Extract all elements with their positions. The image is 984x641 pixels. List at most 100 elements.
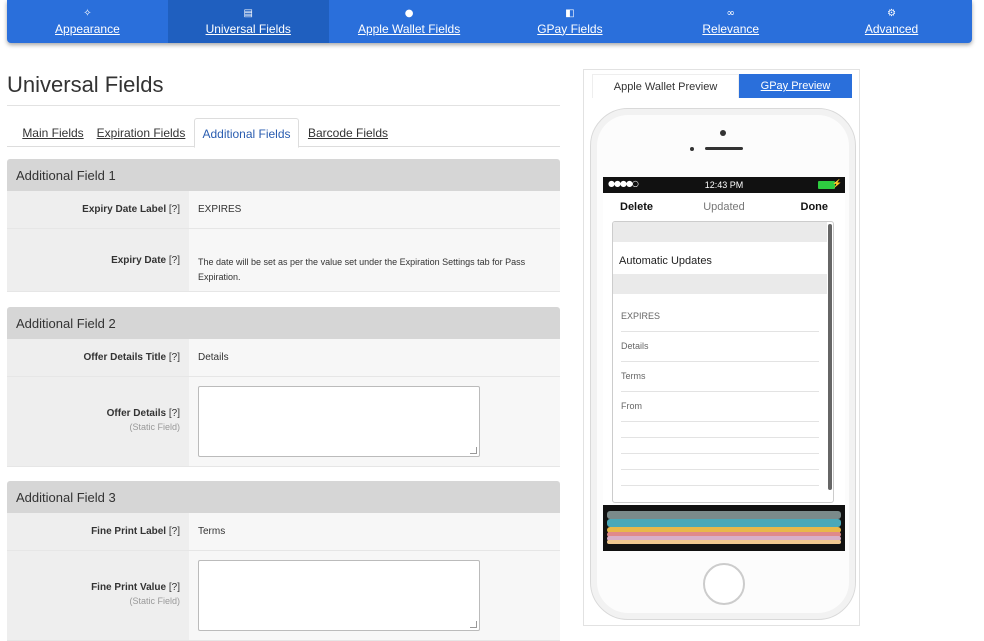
section-header: Additional Field 1	[7, 159, 560, 191]
automatic-updates-label: Automatic Updates	[619, 255, 712, 267]
field-label: Fine Print Label [?]	[7, 513, 189, 550]
divider	[621, 391, 819, 392]
tab-expiration-fields[interactable]: Expiration Fields	[95, 118, 187, 147]
field-label-text: Offer Details Title	[83, 352, 167, 363]
help-link[interactable]: [?]	[169, 408, 180, 419]
field-value: The date will be set as per the value se…	[198, 255, 553, 285]
form-row: Expiry Date [?] The date will be set as …	[7, 229, 560, 292]
nav-item-universal-fields[interactable]: ▤ Universal Fields	[167, 0, 329, 43]
stacked-pass	[607, 540, 841, 544]
camera-icon	[720, 130, 726, 136]
field-label: Expiry Date [?]	[7, 229, 189, 291]
divider	[621, 453, 819, 454]
nav-label: GPay Fields	[537, 21, 603, 36]
nav-label: Advanced	[864, 21, 919, 36]
section-header: Additional Field 2	[7, 307, 560, 339]
nav-item-gpay-fields[interactable]: ◧ GPay Fields	[489, 0, 650, 43]
field-label-text: Offer Details	[106, 408, 167, 419]
divider	[621, 421, 819, 422]
field-label: Fine Print Value [?] (Static Field)	[7, 551, 189, 640]
tab-main-fields[interactable]: Main Fields	[13, 118, 93, 147]
status-time: 12:43 PM	[704, 180, 744, 190]
delete-button[interactable]: Delete	[620, 201, 653, 213]
tab-additional-fields[interactable]: Additional Fields	[194, 118, 299, 148]
page-title: Universal Fields	[7, 72, 164, 97]
field-label: Expiry Date Label [?]	[7, 191, 189, 228]
stacked-pass	[607, 519, 841, 527]
top-nav: ✧ Appearance ▤ Universal Fields ● Apple …	[7, 0, 972, 43]
nav-item-apple-wallet-fields[interactable]: ● Apple Wallet Fields	[329, 0, 490, 43]
phone-screen: ●●●●○ 12:43 PM ⚡ Updated Delete Done Aut…	[603, 177, 845, 551]
divider	[621, 469, 819, 470]
charging-icon: ⚡	[832, 179, 842, 188]
field-value-line: The date will be set as per the value se…	[198, 257, 526, 267]
wallet-pass-back: Updated Delete Done Automatic Updates EX…	[603, 193, 845, 505]
divider	[621, 485, 819, 486]
divider	[621, 361, 819, 362]
form-row: Expiry Date Label [?] EXPIRES	[7, 191, 560, 229]
form-row: Fine Print Label [?] Terms	[7, 513, 560, 551]
tab-gpay-preview[interactable]: GPay Preview	[739, 74, 852, 98]
help-link[interactable]: [?]	[169, 255, 180, 266]
nav-label: Relevance	[702, 21, 760, 36]
card-spacer	[613, 274, 827, 294]
fine-print-textarea[interactable]	[198, 560, 480, 631]
field-value-line: Expiration.	[198, 272, 241, 282]
link-icon: ∞	[726, 7, 735, 19]
field-label-text: Expiry Date	[111, 255, 167, 266]
nav-label: Appearance	[55, 21, 120, 36]
section-header: Additional Field 3	[7, 481, 560, 513]
divider	[621, 437, 819, 438]
apple-icon: ●	[404, 7, 414, 19]
nav-label: Universal Fields	[205, 21, 291, 36]
field-value: Details	[198, 352, 229, 363]
pass-field: EXPIRES	[621, 311, 661, 321]
field-label-text: Fine Print Value	[91, 582, 167, 593]
preview-panel: Apple Wallet Preview GPay Preview ●●●●○ …	[583, 69, 860, 626]
field-value: Terms	[198, 526, 226, 537]
form-row: Fine Print Value [?] (Static Field)	[7, 551, 560, 641]
form-row: Offer Details Title [?] Details	[7, 339, 560, 377]
home-button[interactable]	[703, 563, 745, 605]
tab-apple-wallet-preview[interactable]: Apple Wallet Preview	[592, 74, 739, 98]
help-link[interactable]: [?]	[169, 582, 180, 593]
pass-stack	[603, 505, 845, 551]
pass-details-card: Automatic Updates EXPIRES Details Terms …	[612, 221, 834, 503]
field-label: Offer Details [?] (Static Field)	[7, 377, 189, 466]
tab-barcode-fields[interactable]: Barcode Fields	[305, 118, 391, 147]
speaker-grille	[705, 147, 743, 150]
static-field-note: (Static Field)	[129, 422, 180, 432]
field-tabs: Main Fields Expiration Fields Additional…	[7, 118, 560, 148]
field-label-text: Fine Print Label	[91, 526, 167, 537]
field-label: Offer Details Title [?]	[7, 339, 189, 376]
help-link[interactable]: [?]	[169, 352, 180, 363]
cogs-icon: ⚙	[887, 7, 897, 19]
static-field-note: (Static Field)	[129, 596, 180, 606]
help-link[interactable]: [?]	[169, 526, 180, 537]
phone-mockup: ●●●●○ 12:43 PM ⚡ Updated Delete Done Aut…	[590, 108, 856, 620]
form-row: Offer Details [?] (Static Field)	[7, 377, 560, 467]
magic-wand-icon: ✧	[83, 7, 92, 19]
sensor-dot	[690, 147, 694, 151]
field-value: EXPIRES	[198, 204, 242, 215]
nav-item-appearance[interactable]: ✧ Appearance	[7, 0, 168, 43]
pass-field: Terms	[621, 371, 646, 381]
nav-label: Apple Wallet Fields	[357, 21, 461, 36]
scrollbar[interactable]	[828, 224, 832, 490]
status-bar: ●●●●○ 12:43 PM ⚡	[603, 177, 845, 193]
nav-item-advanced[interactable]: ⚙ Advanced	[811, 0, 972, 43]
nav-item-relevance[interactable]: ∞ Relevance	[650, 0, 811, 43]
field-label-text: Expiry Date Label	[82, 204, 167, 215]
stacked-pass	[607, 511, 841, 519]
pass-actions: Updated Delete Done	[603, 193, 845, 217]
done-button[interactable]: Done	[801, 201, 829, 213]
title-divider	[7, 105, 560, 106]
help-link[interactable]: [?]	[169, 204, 180, 215]
card-spacer	[613, 222, 827, 242]
wallet-icon: ◧	[565, 7, 575, 19]
document-icon: ▤	[243, 7, 253, 19]
pass-field: From	[621, 401, 642, 411]
divider	[621, 331, 819, 332]
offer-details-textarea[interactable]	[198, 386, 480, 457]
pass-field: Details	[621, 341, 649, 351]
